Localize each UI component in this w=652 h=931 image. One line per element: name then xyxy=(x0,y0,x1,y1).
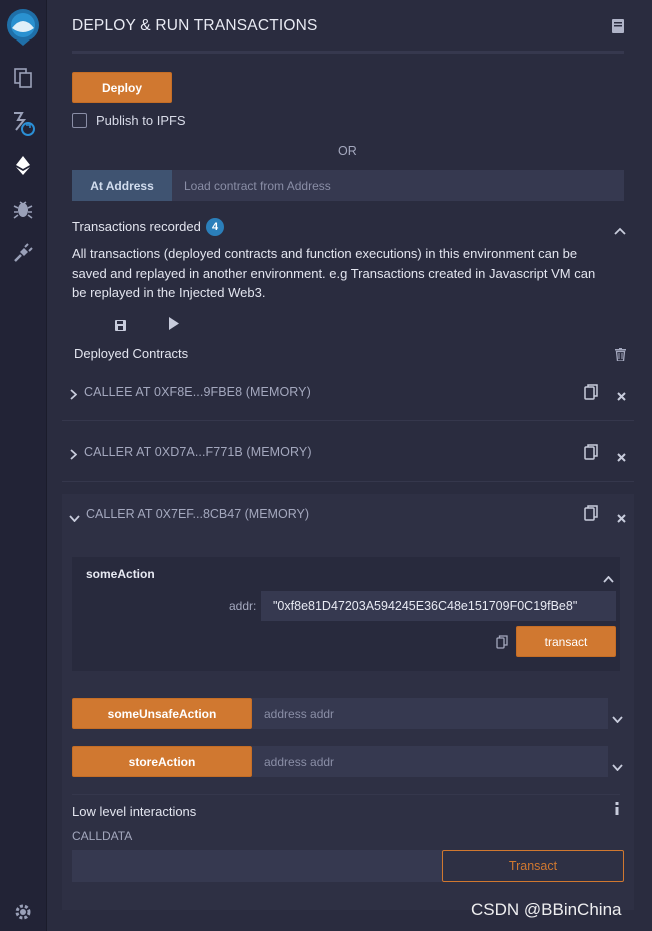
copy-address-icon[interactable] xyxy=(584,444,598,460)
expand-function-icon[interactable] xyxy=(612,710,623,724)
low-level-divider xyxy=(72,794,620,795)
copy-address-icon[interactable] xyxy=(584,384,598,400)
compiler-icon[interactable] xyxy=(9,110,37,138)
debugger-icon[interactable] xyxy=(9,195,37,223)
deploy-run-icon[interactable] xyxy=(9,151,37,179)
param-label: addr: xyxy=(229,599,257,613)
remove-contract-icon[interactable] xyxy=(617,449,626,462)
store-action-input[interactable]: address addr xyxy=(252,746,608,777)
calldata-input[interactable] xyxy=(72,850,442,882)
calldata-label: CALLDATA xyxy=(72,829,133,843)
header-divider xyxy=(72,51,624,54)
deploy-button[interactable]: Deploy xyxy=(72,72,172,103)
expand-chevron-icon[interactable] xyxy=(70,447,78,460)
publish-ipfs-checkbox[interactable] xyxy=(72,113,87,128)
expand-chevron-icon[interactable] xyxy=(70,387,78,400)
transactions-description: All transactions (deployed contracts and… xyxy=(72,246,596,300)
replay-icon[interactable] xyxy=(168,317,180,330)
documentation-icon[interactable] xyxy=(612,19,625,33)
collapse-function-icon[interactable] xyxy=(603,570,614,583)
settings-icon[interactable] xyxy=(9,898,37,926)
clear-contracts-icon[interactable] xyxy=(615,348,626,362)
or-label: OR xyxy=(338,144,357,158)
collapse-chevron-icon[interactable] xyxy=(69,509,80,523)
low-level-transact-button[interactable]: Transact xyxy=(442,850,624,882)
function-name: someAction xyxy=(86,567,155,581)
some-unsafe-action-input[interactable]: address addr xyxy=(252,698,608,729)
contract-label: CALLEE AT 0XF8E...9FBE8 (MEMORY) xyxy=(84,385,311,399)
at-address-button[interactable]: At Address xyxy=(72,170,172,201)
contract-divider xyxy=(62,420,634,421)
save-icon[interactable] xyxy=(115,318,126,331)
info-icon[interactable] xyxy=(614,802,620,815)
transact-button[interactable]: transact xyxy=(516,626,616,657)
expand-function-icon[interactable] xyxy=(612,758,623,772)
transactions-count-badge: 4 xyxy=(206,218,224,236)
watermark: CSDN @BBinChina xyxy=(471,900,622,919)
deploy-run-panel: DEPLOY & RUN TRANSACTIONS Deploy Publish… xyxy=(48,0,652,931)
publish-ipfs-label: Publish to IPFS xyxy=(96,113,186,128)
load-address-input[interactable]: Load contract from Address xyxy=(172,170,624,201)
remix-logo-icon[interactable] xyxy=(4,6,42,46)
remove-contract-icon[interactable] xyxy=(617,388,626,401)
some-unsafe-action-button[interactable]: someUnsafeAction xyxy=(72,698,252,729)
deployed-contracts-title: Deployed Contracts xyxy=(74,346,189,361)
contract-row[interactable]: CALLER AT 0XD7A...F771B (MEMORY) xyxy=(62,425,634,482)
plugin-manager-icon[interactable] xyxy=(9,239,37,267)
panel-title: DEPLOY & RUN TRANSACTIONS xyxy=(72,17,318,34)
transactions-title: Transactions recorded xyxy=(72,219,201,234)
contract-label: CALLER AT 0XD7A...F771B (MEMORY) xyxy=(84,445,312,459)
collapse-transactions-icon[interactable] xyxy=(614,222,626,235)
icon-sidebar xyxy=(0,0,47,931)
copy-calldata-icon[interactable] xyxy=(496,635,508,649)
contract-label: CALLER AT 0X7EF...8CB47 (MEMORY) xyxy=(86,507,309,521)
addr-param-input[interactable]: "0xf8e81D47203A594245E36C48e151709F0C19f… xyxy=(261,591,616,621)
copy-address-icon[interactable] xyxy=(584,505,598,521)
file-explorer-icon[interactable] xyxy=(9,64,37,92)
remove-contract-icon[interactable] xyxy=(617,510,626,523)
contract-divider xyxy=(62,481,634,482)
low-level-title: Low level interactions xyxy=(72,804,197,819)
store-action-button[interactable]: storeAction xyxy=(72,746,252,777)
contract-row[interactable]: CALLEE AT 0XF8E...9FBE8 (MEMORY) xyxy=(62,364,634,421)
